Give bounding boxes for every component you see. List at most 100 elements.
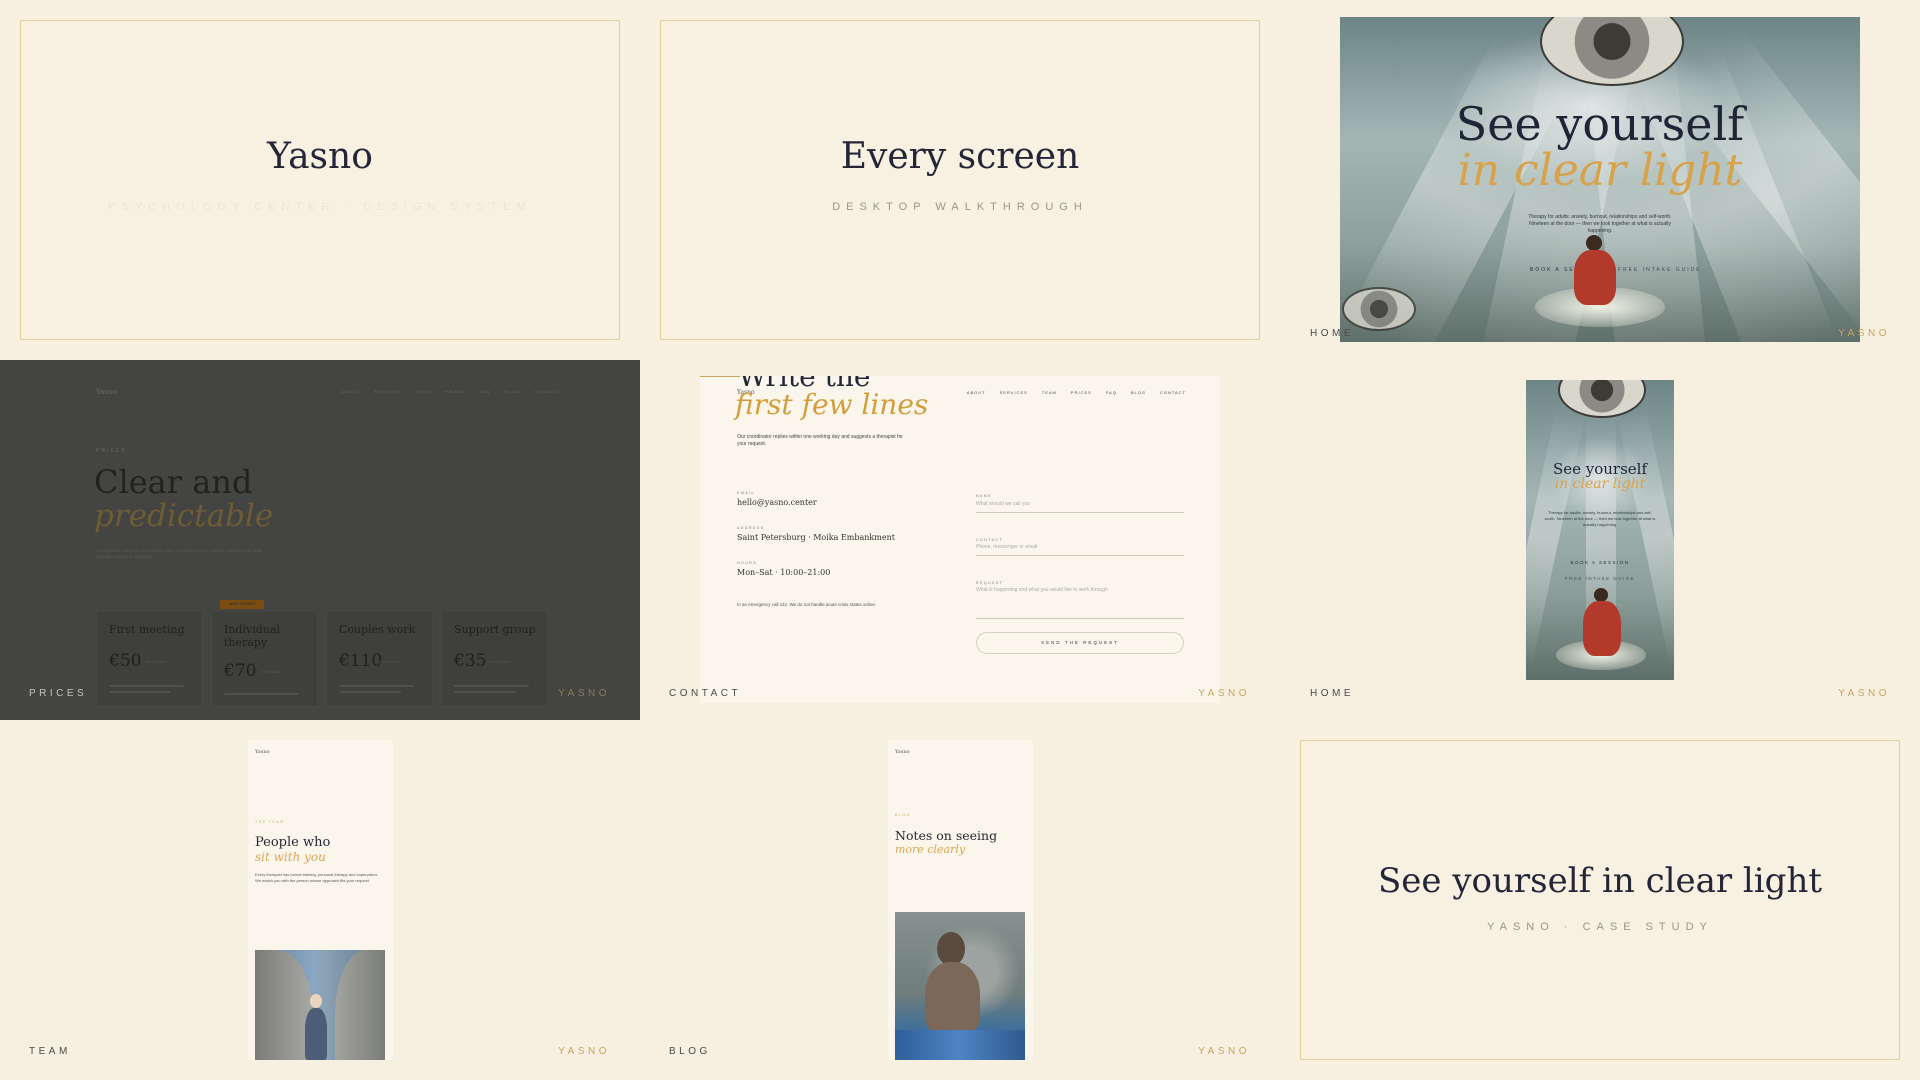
price-card-unit: per session [379,659,400,664]
price-card-name: Couples work [339,623,416,636]
home-desktop-cta-guide[interactable]: FREE INTAKE GUIDE [1618,267,1702,273]
prices-nav-about[interactable]: ABOUT [341,389,360,394]
price-card-support-group[interactable]: Support group €35 per session [441,610,548,707]
price-card-price: €50 [109,651,142,671]
prices-eyebrow: PRICES [96,448,127,454]
contact-nav-prices[interactable]: PRICES [1071,390,1092,395]
intro-tile: Yasno PSYCHOLOGY CENTER · DESIGN SYSTEM [20,20,620,340]
blog-label: BLOG [669,1046,711,1057]
contact-nav-contact[interactable]: CONTACT [1160,390,1186,395]
home-desktop-headline-accent: in clear light [1457,145,1743,196]
home-desktop-screenshot: See yourself in clear light Therapy for … [1340,17,1860,342]
prices-nav-blog[interactable]: BLOG [505,389,520,394]
contact-nav-faq[interactable]: FAQ [1106,390,1117,395]
blog-logo: Yasno [895,749,910,755]
prices-headline-accent: predictable [94,498,274,534]
prices-nav-contact[interactable]: CONTACT [534,389,560,394]
contact-name-label: NAME [976,494,993,498]
walkthrough-tile: Every screen DESKTOP WALKTHROUGH [660,20,1260,340]
prices-nav-prices[interactable]: PRICES [445,389,466,394]
prices-label: PRICES [29,688,88,699]
contact-request-textarea[interactable]: What is happening and what you would lik… [976,587,1184,593]
contact-email[interactable]: hello@yasno.center [737,498,817,507]
team-label: TEAM [29,1046,71,1057]
contact-label: CONTACT [669,688,742,699]
team-photo [255,950,385,1060]
blog-cover-image [895,912,1025,1060]
prices-brand: YASNO [558,688,610,699]
price-card-unit: per session [145,659,166,664]
contact-emergency-note: In an emergency call 112. We do not hand… [737,602,877,607]
outro-subtitle: YASNO · CASE STUDY [1487,921,1713,933]
price-card-price: €110 [339,651,383,671]
home-desktop-brand: YASNO [1838,328,1890,339]
home-desktop-label: HOME [1310,328,1354,339]
price-card-individual-therapy[interactable]: Individual therapy €70 per session [211,610,318,707]
contact-email-label: EMAIL [737,491,756,495]
home-mobile-screenshot: See yourself in clear light Therapy for … [1526,380,1674,680]
price-card-first-meeting[interactable]: First meeting €50 per session [96,610,203,707]
contact-name-input[interactable]: What should we call you [976,501,1184,507]
contact-brand: YASNO [1198,688,1250,699]
contact-contact-input[interactable]: Phone, messenger or email [976,544,1184,550]
prices-nav-services[interactable]: SERVICES [374,389,402,394]
price-card-couples-work[interactable]: Couples work €110 per session [326,610,433,707]
price-card-unit: per session [260,669,281,674]
contact-address-label: ADDRESS [737,526,765,530]
contact-hours-label: HOURS [737,561,758,565]
outro-title: See yourself in clear light [1377,861,1823,901]
home-mobile-label: HOME [1310,688,1354,699]
prices-nav-faq[interactable]: FAQ [480,389,491,394]
contact-nav-team[interactable]: TEAM [1042,390,1057,395]
home-mobile-headline-accent: in clear light [1554,476,1646,492]
outro-tile: See yourself in clear light YASNO · CASE… [1300,740,1900,1060]
home-mobile-cta-guide[interactable]: FREE INTAKE GUIDE [1526,576,1674,581]
contact-submit-button[interactable]: SEND THE REQUEST [976,632,1184,654]
blog-headline: Notes on seeing [895,828,998,843]
contact-contact-label: CONTACT [976,538,1004,542]
prices-body: Transparent rates with no surprise fees;… [96,548,262,559]
prices-headline: Clear and [94,463,253,501]
home-mobile-tile: See yourself in clear light Therapy for … [1280,360,1920,720]
contact-screenshot: Write the Yasno first few lines ABOUT SE… [700,376,1220,703]
intro-subtitle: PSYCHOLOGY CENTER · DESIGN SYSTEM [108,201,532,213]
price-card-name: Individual therapy [224,623,280,649]
contact-nav-blog[interactable]: BLOG [1131,390,1146,395]
home-desktop-body: Therapy for adults: anxiety, burnout, re… [1528,214,1672,234]
contact-nav-services[interactable]: SERVICES [1000,390,1028,395]
prices-tile: Yasno ABOUT SERVICES TEAM PRICES FAQ BLO… [0,360,640,720]
prices-nav: ABOUT SERVICES TEAM PRICES FAQ BLOG CONT… [341,389,560,394]
contact-headline-accent: first few lines [735,388,929,421]
blog-headline-accent: more clearly [895,843,966,856]
blog-brand: YASNO [1198,1046,1250,1057]
team-brand: YASNO [558,1046,610,1057]
team-mobile-tile: Yasno THE TEAM People who sit with you E… [0,720,640,1080]
contact-nav-about[interactable]: ABOUT [967,390,986,395]
contact-nav: ABOUT SERVICES TEAM PRICES FAQ BLOG CONT… [967,390,1186,395]
price-card-name: First meeting [109,623,185,636]
contact-tile: Write the Yasno first few lines ABOUT SE… [640,360,1280,720]
prices-badge: MOST CHOSEN [220,600,264,609]
small-eye-illustration-icon [1342,287,1416,331]
team-headline: People who [255,835,331,850]
price-card-price: €70 [224,661,257,681]
home-mobile-cta-book[interactable]: BOOK A SESSION [1526,560,1674,565]
contact-lead: Our coordinator replies within one worki… [737,434,903,447]
prices-logo: Yasno [96,388,117,396]
blog-eyebrow: BLOG [895,813,911,817]
blog-mobile-screenshot: Yasno BLOG Notes on seeing more clearly [888,740,1033,1060]
blog-mobile-tile: Yasno BLOG Notes on seeing more clearly … [640,720,1280,1080]
prices-nav-team[interactable]: TEAM [416,389,431,394]
price-card-name: Support group [454,623,536,636]
walkthrough-title: Every screen [840,136,1080,177]
home-desktop-tile: See yourself in clear light Therapy for … [1300,14,1900,354]
home-desktop-headline: See yourself [1455,97,1745,151]
team-body: Every therapist has formal training, per… [255,872,378,883]
price-card-unit: per session [488,659,509,664]
team-logo: Yasno [255,749,270,755]
contact-address: Saint Petersburg · Moika Embankment [737,533,895,542]
walkthrough-subtitle: DESKTOP WALKTHROUGH [832,201,1088,213]
home-mobile-brand: YASNO [1838,688,1890,699]
team-eyebrow: THE TEAM [255,820,285,824]
home-mobile-body: Therapy for adults: anxiety, burnout, re… [1544,510,1656,527]
